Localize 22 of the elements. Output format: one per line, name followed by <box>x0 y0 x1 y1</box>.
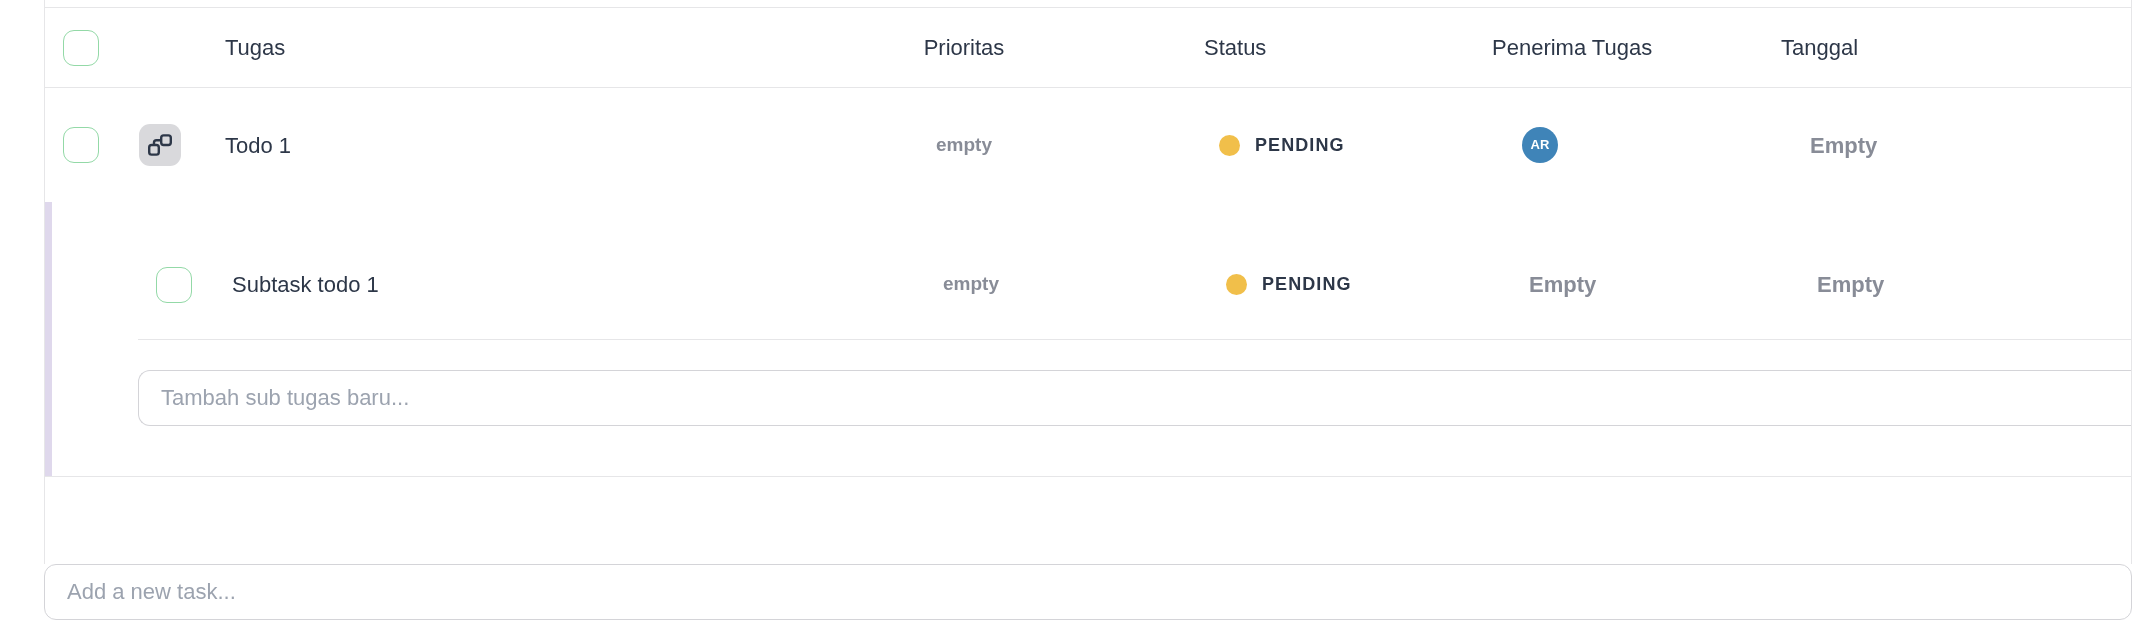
assignee-avatar[interactable]: AR <box>1522 127 1558 163</box>
date-empty-text: Empty <box>1810 132 1878 158</box>
checkbox[interactable] <box>63 29 99 66</box>
status-label: PENDING <box>1255 133 1345 157</box>
column-header: Penerima Tugas <box>1492 35 1653 60</box>
task-title: Todo 1 <box>225 132 292 158</box>
status-label: PENDING <box>1262 273 1352 296</box>
checkbox[interactable] <box>63 127 99 163</box>
date-empty-text: Empty <box>1817 272 1885 297</box>
subtask-title: Subtask todo 1 <box>232 272 379 297</box>
subtask-input[interactable]: Tambah sub tugas baru... <box>138 370 2131 426</box>
column-header: Status <box>1204 35 1267 60</box>
subtasks-toggle-button[interactable] <box>139 124 181 166</box>
column-header: Tugas <box>225 35 286 60</box>
checkbox[interactable] <box>156 266 192 303</box>
column-header: Prioritas <box>923 34 1005 62</box>
priority-text: empty <box>936 132 992 157</box>
priority-text: empty <box>943 272 999 297</box>
assignee-empty-text: Empty <box>1529 272 1597 297</box>
new-task-input[interactable]: Add a new task... <box>44 564 2132 620</box>
linked-squares-icon <box>148 133 172 157</box>
column-header: Tanggal <box>1781 35 1859 60</box>
